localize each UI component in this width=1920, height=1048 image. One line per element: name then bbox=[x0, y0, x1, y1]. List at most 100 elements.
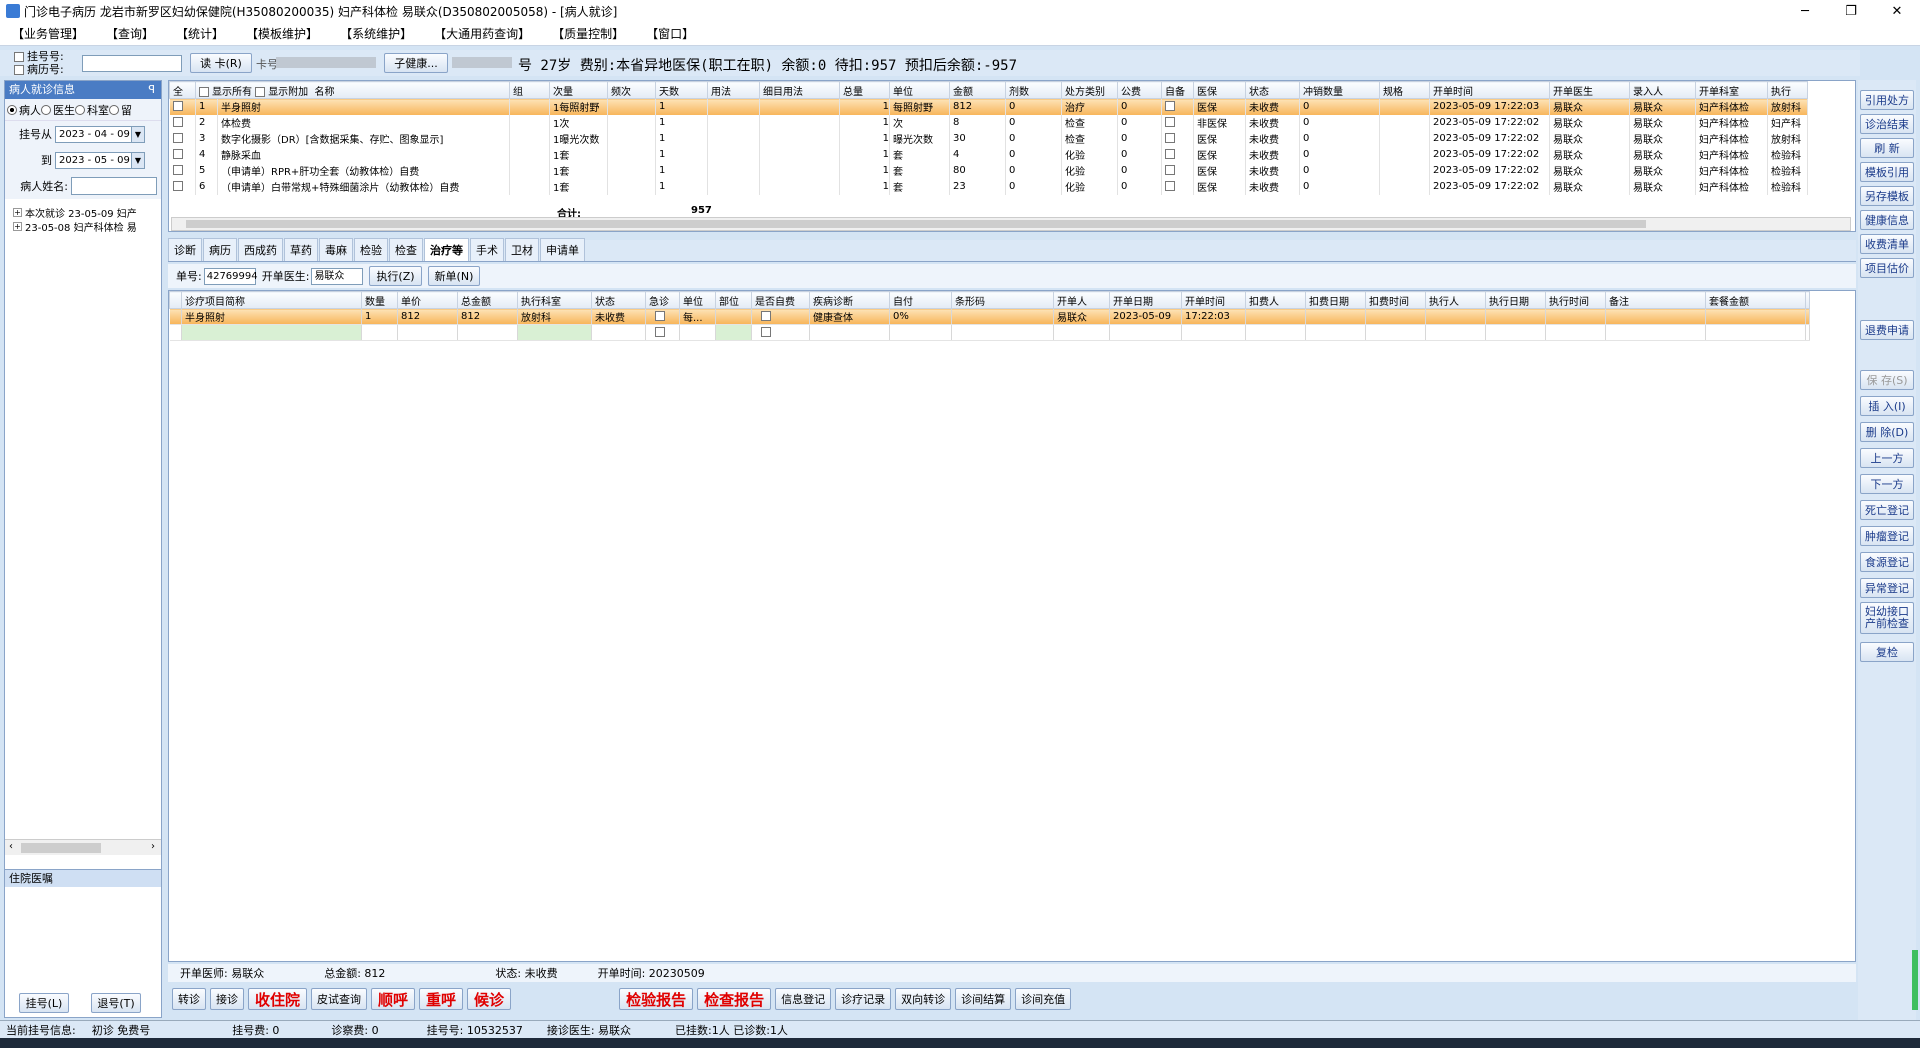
row-checkbox[interactable] bbox=[172, 165, 183, 175]
row-checkbox[interactable] bbox=[172, 101, 183, 112]
toolbar-button[interactable]: 异常登记 bbox=[1860, 578, 1914, 598]
treatment-empty-cell[interactable] bbox=[169, 324, 182, 341]
toolbar-button[interactable]: 退费申请 bbox=[1860, 320, 1914, 340]
treatment-cell[interactable]: 812 bbox=[457, 308, 518, 325]
register-button[interactable]: 挂号(L) bbox=[19, 993, 69, 1013]
row-selector[interactable] bbox=[169, 308, 182, 325]
treatment-cell[interactable] bbox=[1305, 308, 1366, 325]
self-provided-checkbox[interactable] bbox=[1165, 101, 1175, 112]
treatment-cell[interactable] bbox=[951, 308, 1054, 325]
action-button[interactable]: 信息登记 bbox=[775, 988, 832, 1010]
toolbar-button[interactable]: 另存模板 bbox=[1860, 186, 1914, 206]
treatment-cell[interactable] bbox=[715, 308, 752, 325]
tab-surgery[interactable]: 手术 bbox=[470, 238, 504, 261]
treatment-empty-cell[interactable] bbox=[1805, 324, 1810, 341]
action-button[interactable]: 收住院 bbox=[248, 988, 308, 1010]
date-from-picker[interactable]: 2023 - 04 - 09 ▼ bbox=[55, 125, 145, 143]
self-provided-checkbox[interactable] bbox=[1165, 133, 1175, 143]
scroll-thumb[interactable] bbox=[21, 843, 101, 853]
action-button[interactable]: 候诊 bbox=[467, 988, 512, 1010]
action-button[interactable]: 诊间充值 bbox=[1015, 988, 1072, 1010]
treatment-cell[interactable]: 2023-05-09 bbox=[1109, 308, 1182, 325]
treatment-empty-cell[interactable] bbox=[809, 324, 890, 341]
toolbar-button[interactable]: 复检 bbox=[1860, 642, 1914, 662]
tab-narcotic[interactable]: 毒麻 bbox=[319, 238, 353, 261]
toolbar-button[interactable]: 模板引用 bbox=[1860, 162, 1914, 182]
radio-doctor[interactable] bbox=[41, 104, 51, 115]
treatment-empty-cell[interactable] bbox=[1485, 324, 1546, 341]
menu-drug-query[interactable]: 【大通用药查询】 bbox=[434, 25, 530, 42]
treatment-cell[interactable] bbox=[1425, 308, 1486, 325]
tree-node[interactable]: +23-05-08 妇产科体检 易 bbox=[5, 219, 161, 234]
scroll-thumb[interactable] bbox=[186, 220, 1646, 228]
expand-icon[interactable]: + bbox=[13, 221, 22, 231]
prescription-row[interactable]: 3 数字化摄影（DR）[含数据采集、存贮、图象显示] 1曝光次数 1 1 曝光次数 30 0 检… bbox=[169, 130, 1808, 147]
toolbar-button[interactable]: 死亡登记 bbox=[1860, 500, 1914, 520]
date-to-picker[interactable]: 2023 - 05 - 09 ▼ bbox=[55, 151, 145, 169]
toolbar-button[interactable]: 刷 新 bbox=[1860, 138, 1914, 158]
tab-record[interactable]: 病历 bbox=[203, 238, 237, 261]
treatment-cell[interactable] bbox=[1545, 308, 1606, 325]
toolbar-button[interactable]: 删 除(D) bbox=[1860, 422, 1914, 442]
close-button[interactable]: ✕ bbox=[1874, 0, 1920, 22]
execute-button[interactable]: 执行(Z) bbox=[369, 266, 422, 286]
check-all-header[interactable]: 全 bbox=[169, 81, 196, 99]
row-checkbox[interactable] bbox=[172, 117, 183, 127]
treatment-cell[interactable] bbox=[1485, 308, 1546, 325]
row-checkbox[interactable] bbox=[172, 181, 183, 191]
treatment-cell[interactable]: 每... bbox=[679, 308, 716, 325]
expand-icon[interactable]: + bbox=[13, 207, 22, 217]
health-card-button[interactable]: 子健康... bbox=[384, 53, 448, 73]
treatment-empty-cell[interactable] bbox=[1245, 324, 1306, 341]
record-no-checkbox[interactable] bbox=[14, 65, 24, 75]
toolbar-button[interactable]: 插 入(I) bbox=[1860, 396, 1914, 416]
reg-no-input[interactable] bbox=[82, 55, 182, 72]
toolbar-button[interactable]: 食源登记 bbox=[1860, 552, 1914, 572]
tab-diagnosis[interactable]: 诊断 bbox=[168, 238, 202, 261]
dropdown-icon[interactable]: ▼ bbox=[131, 152, 144, 168]
treatment-cell[interactable]: 812 bbox=[397, 308, 458, 325]
treatment-cell[interactable] bbox=[1365, 308, 1426, 325]
treatment-cell[interactable]: 放射科 bbox=[517, 308, 592, 325]
row-checkbox[interactable] bbox=[172, 133, 183, 143]
action-button[interactable]: 转诊 bbox=[172, 988, 206, 1010]
action-button[interactable]: 检验报告 bbox=[619, 988, 694, 1010]
treatment-empty-cell[interactable] bbox=[951, 324, 1054, 341]
self-provided-checkbox[interactable] bbox=[1165, 149, 1175, 159]
action-button[interactable]: 皮试查询 bbox=[311, 988, 368, 1010]
row-checkbox[interactable] bbox=[655, 327, 665, 337]
toolbar-button[interactable]: 收费清单 bbox=[1860, 234, 1914, 254]
treatment-empty-cell[interactable] bbox=[517, 324, 592, 341]
prescription-row[interactable]: 4 静脉采血 1套 1 1 套 4 0 化验 0 医保 未收费 0 2023-05-09 17:22:02… bbox=[169, 146, 1808, 163]
radio-dept[interactable] bbox=[75, 104, 85, 115]
menu-window[interactable]: 【窗口】 bbox=[646, 25, 694, 42]
self-pay-checkbox[interactable] bbox=[761, 311, 771, 321]
toolbar-button[interactable]: 肿瘤登记 bbox=[1860, 526, 1914, 546]
menu-quality[interactable]: 【质量控制】 bbox=[552, 25, 624, 42]
reg-no-checkbox[interactable] bbox=[14, 52, 24, 62]
toolbar-button[interactable]: 健康信息 bbox=[1860, 210, 1914, 230]
toolbar-button[interactable]: 妇幼接口产前检查 bbox=[1860, 602, 1914, 634]
tab-treatment[interactable]: 治疗等 bbox=[424, 238, 469, 261]
treatment-empty-row[interactable] bbox=[169, 324, 1810, 341]
prescription-row[interactable]: 5 （申请单）RPR+肝功全套（幼教体检）自费 1套 1 1 套 80 0 化验 0 医保 未收费 0 2… bbox=[169, 162, 1808, 179]
action-button[interactable]: 诊间结算 bbox=[955, 988, 1012, 1010]
menu-stats[interactable]: 【统计】 bbox=[176, 25, 224, 42]
prescription-row[interactable]: 2 体检费 1次 1 1 次 8 0 检查 0 非医保 未收费 0 2023-05-09 17:22:02… bbox=[169, 114, 1808, 131]
treatment-cell[interactable]: 未收费 bbox=[591, 308, 646, 325]
tab-request[interactable]: 申请单 bbox=[540, 238, 585, 261]
treatment-empty-cell[interactable] bbox=[1705, 324, 1806, 341]
tab-lab-test[interactable]: 检验 bbox=[354, 238, 388, 261]
treatment-cell[interactable] bbox=[751, 308, 810, 325]
toolbar-button[interactable]: 上一方 bbox=[1860, 448, 1914, 468]
scroll-left-icon[interactable]: ‹ bbox=[9, 841, 13, 852]
self-provided-checkbox[interactable] bbox=[1165, 117, 1175, 127]
radio-stay[interactable] bbox=[109, 104, 119, 115]
treatment-empty-cell[interactable] bbox=[181, 324, 362, 341]
tab-herbal[interactable]: 草药 bbox=[284, 238, 318, 261]
treatment-cell[interactable] bbox=[1605, 308, 1706, 325]
menu-system[interactable]: 【系统维护】 bbox=[340, 25, 412, 42]
prescription-row[interactable]: 6 （申请单）白带常规+特殊细菌涂片（幼教体检）自费 1套 1 1 套 23 0 化验 0 医保 未收… bbox=[169, 178, 1808, 195]
treatment-empty-cell[interactable] bbox=[1053, 324, 1110, 341]
treatment-row[interactable]: 半身照射 1 812 812 放射科 未收费 每... 健康查体 0% 易联众 2023-05-09… bbox=[169, 308, 1810, 325]
